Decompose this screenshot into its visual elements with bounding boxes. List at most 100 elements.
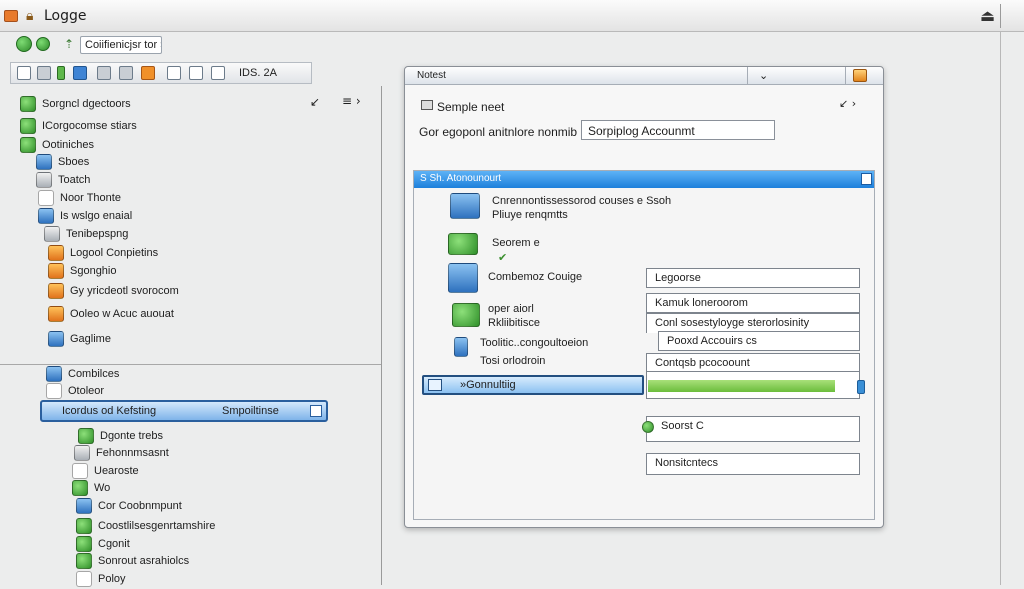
tree-item-label: Cor Coobnmpunt bbox=[98, 500, 182, 512]
tree-item-label: Gy yricdeotl svorocom bbox=[70, 285, 179, 297]
dialog-close-icon[interactable] bbox=[853, 69, 867, 82]
forward-icon[interactable] bbox=[36, 37, 50, 51]
monitor-icon bbox=[448, 233, 478, 255]
tree-item-label: Cgonit bbox=[98, 538, 130, 550]
folder-icon bbox=[20, 118, 36, 134]
window-icon[interactable] bbox=[17, 66, 31, 80]
tree-item-label: Is wslgo enaial bbox=[60, 210, 133, 222]
folder-icon bbox=[48, 306, 64, 322]
briefcase-icon[interactable] bbox=[141, 66, 155, 80]
option-title[interactable]: Combemoz Couige bbox=[488, 271, 582, 283]
progress-handle-icon[interactable] bbox=[857, 380, 865, 394]
option-title[interactable]: Cnrennontissessorod couses e Ssoh bbox=[492, 195, 671, 207]
box-icon bbox=[448, 263, 478, 293]
folder-icon bbox=[46, 366, 62, 382]
folder-icon bbox=[38, 208, 54, 224]
section-scroll-icon[interactable] bbox=[861, 173, 872, 185]
tree-item-label: Wo bbox=[94, 482, 111, 494]
option-title[interactable]: oper aiorl bbox=[488, 303, 534, 315]
tree-item-label: Sgonghio bbox=[70, 265, 117, 277]
option-title[interactable]: Toolitic..congoultoeion bbox=[480, 337, 588, 349]
edit-icon[interactable] bbox=[189, 66, 203, 80]
field-item[interactable]: Pooxd Accouirs cs bbox=[658, 331, 860, 351]
search-icon bbox=[642, 421, 654, 433]
collapse-arrow-icon[interactable]: ↙ bbox=[310, 95, 320, 109]
settings-icon[interactable] bbox=[119, 66, 133, 80]
field-item[interactable]: Conl sosestyloyge sterorlosinity bbox=[646, 313, 860, 333]
image-icon[interactable] bbox=[97, 66, 111, 80]
tree-item-label: Ootiniches bbox=[42, 139, 94, 151]
package-icon bbox=[452, 303, 480, 327]
toolbar-tools-label[interactable]: IDS. 2A bbox=[239, 67, 277, 79]
leaf-icon[interactable] bbox=[57, 66, 65, 80]
expand-icon[interactable] bbox=[310, 405, 322, 417]
folder-icon bbox=[72, 480, 88, 496]
back-icon[interactable] bbox=[16, 36, 32, 52]
app-icon bbox=[4, 10, 18, 22]
dialog-title: Notest bbox=[417, 70, 446, 81]
tree-item-label: Toatch bbox=[58, 174, 91, 186]
document-icon[interactable] bbox=[167, 66, 181, 80]
contact-field[interactable]: Contqsb pcocoount bbox=[646, 353, 860, 373]
section-title: S Sh. Atonounourt bbox=[420, 173, 502, 184]
account-input[interactable]: Sorpiplog Accounmt bbox=[581, 120, 775, 140]
computing-icon bbox=[428, 379, 442, 391]
tree-item-label: Tenibepspng bbox=[66, 228, 129, 240]
folder-icon bbox=[20, 96, 36, 112]
tree-item-label: Sboes bbox=[58, 156, 90, 168]
folder-icon[interactable] bbox=[37, 66, 51, 80]
window-menu-icon[interactable]: ⏏︎ bbox=[980, 6, 995, 25]
tree-item-label: Coostlilsesgenrtamshire bbox=[98, 520, 216, 532]
option-subtitle: Pliuye renqmtts bbox=[492, 209, 568, 221]
option-title[interactable]: Seorem e bbox=[492, 237, 540, 249]
folder-icon bbox=[48, 283, 64, 299]
computer-icon bbox=[450, 193, 480, 219]
dialog-minimize-icon[interactable]: ⌄ bbox=[759, 69, 768, 82]
chart-icon[interactable] bbox=[73, 66, 87, 80]
layout-icon[interactable] bbox=[211, 66, 225, 80]
tree-item-label: Ooleo w Acuc auouat bbox=[70, 308, 174, 320]
pane-divider[interactable] bbox=[381, 86, 382, 585]
dialog-title-bar[interactable]: Notest ⌄ bbox=[405, 67, 883, 85]
sample-icon bbox=[421, 100, 433, 110]
selected-item-value: Smpoiltinse bbox=[222, 405, 279, 417]
right-divider bbox=[1000, 32, 1001, 585]
lock-icon: 🔒︎ bbox=[26, 8, 34, 24]
up-arrow-icon[interactable]: ⇡ bbox=[64, 37, 74, 51]
option-subtitle: Rkliibitisce bbox=[488, 317, 540, 329]
folder-icon bbox=[48, 263, 64, 279]
folder-icon bbox=[48, 245, 64, 261]
page-icon bbox=[72, 463, 88, 479]
computing-row[interactable]: »Gonnultiig bbox=[422, 375, 644, 395]
computing-label: »Gonnultiig bbox=[460, 379, 516, 391]
tree-item-label: Logool Conpietins bbox=[70, 247, 159, 259]
tree-item-label: Uearoste bbox=[94, 465, 139, 477]
title-separator bbox=[747, 67, 748, 85]
title-bar bbox=[0, 0, 1024, 32]
folder-icon bbox=[74, 445, 90, 461]
folder-icon bbox=[76, 553, 92, 569]
toolbar: IDS. 2A bbox=[10, 62, 312, 84]
page-icon bbox=[46, 383, 62, 399]
legend-field[interactable]: Legoorse bbox=[646, 268, 860, 288]
field-item[interactable]: Nonsitcntecs bbox=[646, 453, 860, 475]
search-field[interactable]: Soorst C bbox=[646, 416, 860, 442]
header-tools-icon[interactable]: ↙ › bbox=[839, 97, 856, 110]
option-subtitle: Tosi orlodroin bbox=[480, 355, 546, 367]
account-label: Gor egoponl anitnlore nonmib bbox=[419, 125, 578, 139]
progress-field bbox=[646, 371, 865, 399]
address-bar[interactable]: Coiifienicjsr tor › bbox=[80, 36, 162, 54]
selected-item-label: Icordus od Kefsting bbox=[62, 405, 157, 417]
tree-item-label: Noor Thonte bbox=[60, 192, 121, 204]
check-icon: ✔ bbox=[498, 251, 508, 264]
folder-icon bbox=[78, 428, 94, 444]
selected-tree-item[interactable]: Icordus od Kefsting Smpoiltinse bbox=[40, 400, 328, 422]
folder-icon bbox=[48, 331, 64, 347]
section-header[interactable]: S Sh. Atonounourt bbox=[414, 171, 874, 188]
tree-item-label: ICorgocomse stiars bbox=[42, 120, 137, 132]
pane-menu-icon[interactable]: ≡ › bbox=[342, 94, 361, 108]
dialog-header: Semple neet bbox=[437, 100, 505, 114]
tree-item-label: Sorgncl dgectoors bbox=[42, 98, 131, 110]
field-item[interactable]: Kamuk loneroorom bbox=[646, 293, 860, 313]
title-separator bbox=[845, 67, 846, 85]
